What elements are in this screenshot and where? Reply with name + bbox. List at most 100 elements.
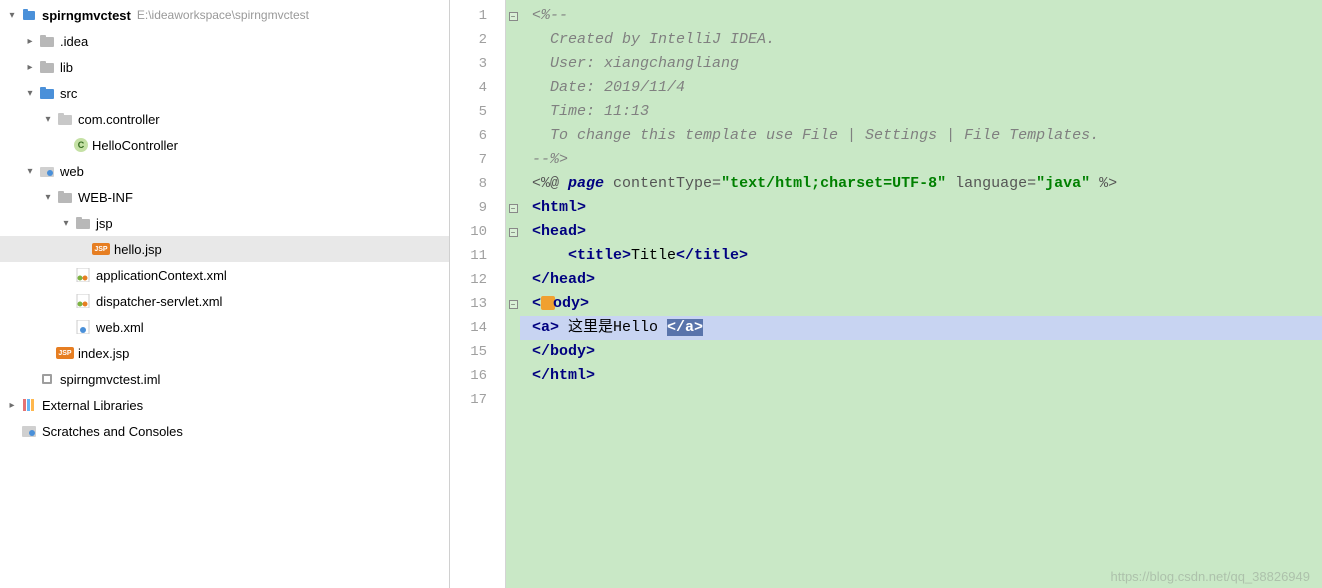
tree-item-src[interactable]: ▾ src: [0, 80, 449, 106]
tree-label: applicationContext.xml: [96, 268, 227, 283]
chevron-down-icon[interactable]: ▾: [40, 192, 56, 203]
tree-label: lib: [60, 60, 73, 75]
code-line: <title>Title</title>: [520, 244, 1322, 268]
tree-item-dispatcher[interactable]: dispatcher-servlet.xml: [0, 288, 449, 314]
tree-label: spirngmvctest.iml: [60, 372, 160, 387]
line-number: 10: [450, 220, 505, 244]
chevron-down-icon[interactable]: ▾: [22, 88, 38, 99]
tree-item-web[interactable]: ▾ web: [0, 158, 449, 184]
tree-label: WEB-INF: [78, 190, 133, 205]
folder-icon: [74, 215, 92, 231]
line-number: 2: [450, 28, 505, 52]
code-line: <%@ page contentType="text/html;charset=…: [520, 172, 1322, 196]
tree-label: .idea: [60, 34, 88, 49]
line-number: 6: [450, 124, 505, 148]
tree-item-external-libs[interactable]: ▸ External Libraries: [0, 392, 449, 418]
folder-icon: [38, 33, 56, 49]
tree-item-webxml[interactable]: web.xml: [0, 314, 449, 340]
library-icon: [20, 397, 38, 413]
code-line: <ody>: [520, 292, 1322, 316]
line-number: 5: [450, 100, 505, 124]
code-line: To change this template use File | Setti…: [520, 124, 1322, 148]
code-line: </head>: [520, 268, 1322, 292]
line-number-gutter: 1 2 3 4 5 6 7 8 9 10 11 12 13 14 15 16 1…: [450, 0, 506, 588]
tree-item-package[interactable]: ▾ com.controller: [0, 106, 449, 132]
chevron-down-icon[interactable]: ▾: [58, 218, 74, 229]
code-content[interactable]: <%-- Created by IntelliJ IDEA. User: xia…: [520, 0, 1322, 588]
code-line: User: xiangchangliang: [520, 52, 1322, 76]
tree-item-hellojsp[interactable]: JSP hello.jsp: [0, 236, 449, 262]
fold-marker-icon[interactable]: −: [509, 228, 518, 237]
chevron-down-icon[interactable]: ▾: [4, 10, 20, 21]
line-number: 7: [450, 148, 505, 172]
code-line-current: <a> 这里是Hello </a>: [520, 316, 1322, 340]
iml-file-icon: [38, 371, 56, 387]
jsp-file-icon: JSP: [56, 347, 74, 359]
chevron-right-icon[interactable]: ▸: [4, 400, 20, 411]
line-number: 4: [450, 76, 505, 100]
code-line: <html>: [520, 196, 1322, 220]
line-number: 3: [450, 52, 505, 76]
tree-label: com.controller: [78, 112, 160, 127]
chevron-down-icon[interactable]: ▾: [22, 166, 38, 177]
line-number: 17: [450, 388, 505, 412]
code-line: Date: 2019/11/4: [520, 76, 1322, 100]
tree-item-lib[interactable]: ▸ lib: [0, 54, 449, 80]
jsp-file-icon: JSP: [92, 243, 110, 255]
xml-file-icon: [74, 267, 92, 283]
tree-label: web: [60, 164, 84, 179]
project-tree[interactable]: ▾ spirngmvctest E:\ideaworkspace\spirngm…: [0, 0, 450, 588]
tree-label: dispatcher-servlet.xml: [96, 294, 222, 309]
tree-label: Scratches and Consoles: [42, 424, 183, 439]
folder-icon: [56, 189, 74, 205]
line-number: 8: [450, 172, 505, 196]
code-line: --%>: [520, 148, 1322, 172]
folder-icon: [38, 59, 56, 75]
code-line: Time: 11:13: [520, 100, 1322, 124]
tree-label: External Libraries: [42, 398, 143, 413]
line-number: 12: [450, 268, 505, 292]
tree-item-webinf[interactable]: ▾ WEB-INF: [0, 184, 449, 210]
line-number: 9: [450, 196, 505, 220]
code-editor[interactable]: 1 2 3 4 5 6 7 8 9 10 11 12 13 14 15 16 1…: [450, 0, 1322, 588]
tree-path-hint: E:\ideaworkspace\spirngmvctest: [137, 8, 309, 22]
chevron-right-icon[interactable]: ▸: [22, 36, 38, 47]
tree-item-idea[interactable]: ▸ .idea: [0, 28, 449, 54]
tree-label: hello.jsp: [114, 242, 162, 257]
line-number: 11: [450, 244, 505, 268]
tree-item-class[interactable]: C HelloController: [0, 132, 449, 158]
line-number: 13: [450, 292, 505, 316]
tree-label: spirngmvctest: [42, 8, 131, 23]
xml-file-icon: [74, 293, 92, 309]
scratches-icon: [20, 423, 38, 439]
code-line: [520, 388, 1322, 412]
tree-item-scratches[interactable]: Scratches and Consoles: [0, 418, 449, 444]
watermark-text: https://blog.csdn.net/qq_38826949: [1111, 569, 1311, 584]
line-number: 1: [450, 4, 505, 28]
fold-marker-icon[interactable]: −: [509, 204, 518, 213]
fold-marker-icon[interactable]: −: [509, 12, 518, 21]
chevron-right-icon[interactable]: ▸: [22, 62, 38, 73]
tree-label: src: [60, 86, 77, 101]
tree-item-jsp-folder[interactable]: ▾ jsp: [0, 210, 449, 236]
project-icon: [20, 7, 38, 23]
code-line: </html>: [520, 364, 1322, 388]
tree-label: HelloController: [92, 138, 178, 153]
tree-label: jsp: [96, 216, 113, 231]
class-icon: C: [74, 138, 88, 152]
code-line: </body>: [520, 340, 1322, 364]
package-icon: [56, 111, 74, 127]
tree-root[interactable]: ▾ spirngmvctest E:\ideaworkspace\spirngm…: [0, 2, 449, 28]
tree-item-indexjsp[interactable]: JSP index.jsp: [0, 340, 449, 366]
chevron-down-icon[interactable]: ▾: [40, 114, 56, 125]
tree-item-appctx[interactable]: applicationContext.xml: [0, 262, 449, 288]
tree-label: web.xml: [96, 320, 144, 335]
code-line: <head>: [520, 220, 1322, 244]
source-folder-icon: [38, 85, 56, 101]
code-line: <%--: [520, 4, 1322, 28]
tree-label: index.jsp: [78, 346, 129, 361]
fold-gutter: − − − −: [506, 0, 520, 588]
tree-item-iml[interactable]: spirngmvctest.iml: [0, 366, 449, 392]
fold-marker-icon[interactable]: −: [509, 300, 518, 309]
web-folder-icon: [38, 163, 56, 179]
